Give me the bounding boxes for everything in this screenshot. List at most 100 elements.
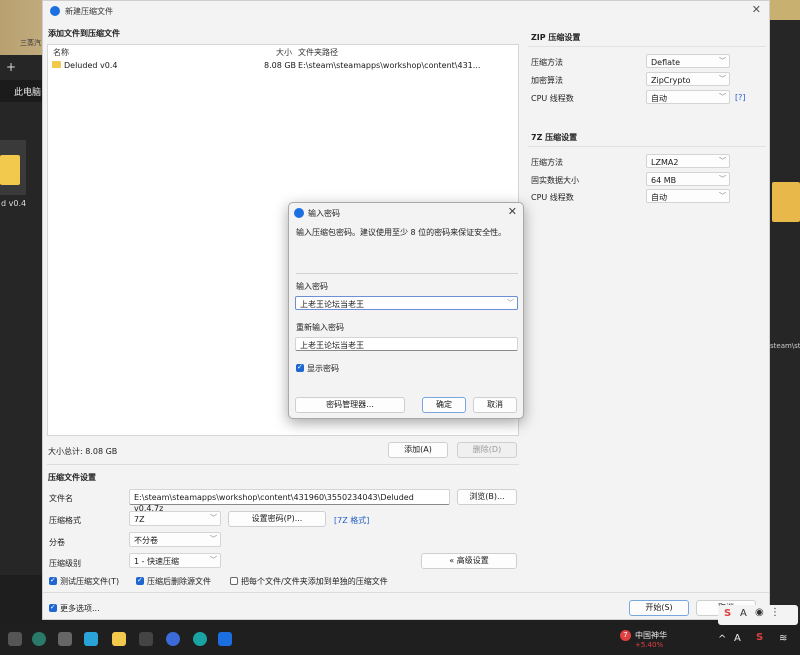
start-button[interactable]: 开始(S) [629, 600, 689, 616]
app-icon[interactable] [84, 632, 98, 646]
file-row[interactable]: Deluded v0.4 8.08 GB E:\steam\steamapps\… [48, 59, 518, 73]
background-window-right [770, 20, 800, 620]
archive-settings-heading: 压缩文件设置 [48, 473, 96, 482]
chevron-up-icon[interactable]: ^ [718, 634, 726, 645]
confirm-password-input[interactable]: 上老王论坛当老王 [295, 337, 518, 351]
zip-threads-select[interactable]: 自动 ﹀ [646, 90, 730, 104]
terminal-icon[interactable] [58, 632, 72, 646]
zip-threads-label: CPU 线程数 [531, 94, 574, 103]
wifi-icon[interactable]: ≋ [779, 633, 787, 644]
background-path-fragment: steam\st [770, 342, 800, 350]
format-select-value: 7Z [134, 515, 145, 524]
app-icon [50, 6, 60, 16]
chevron-down-icon[interactable]: ﹀ [507, 298, 514, 309]
new-tab-icon[interactable]: + [6, 60, 16, 74]
chevron-down-icon: ﹀ [210, 535, 217, 543]
more-icon[interactable]: ⋮ [770, 607, 780, 618]
close-icon[interactable]: ✕ [508, 205, 517, 218]
format-label: 压缩格式 [49, 516, 81, 525]
chevron-down-icon: ﹀ [719, 93, 726, 101]
browser-icon[interactable] [32, 632, 46, 646]
format-select[interactable]: 7Z ﹀ [129, 511, 221, 526]
delete-source-checkbox[interactable] [136, 576, 144, 585]
password-input-value: 上老王论坛当老王 [300, 300, 364, 309]
chevron-down-icon: ﹀ [719, 57, 726, 65]
zip-settings-heading: ZIP 压缩设置 [531, 33, 581, 42]
explorer-this-pc[interactable]: 此电脑 [0, 80, 42, 102]
7z-threads-label: CPU 线程数 [531, 193, 574, 202]
show-password-checkbox[interactable] [296, 363, 304, 372]
total-size: 大小总计: 8.08 GB [48, 447, 118, 456]
folder-icon [0, 155, 20, 185]
stock-change: +5.40% [635, 641, 664, 649]
window-title: 新建压缩文件 [65, 7, 113, 16]
ime-letter[interactable]: A [740, 608, 747, 619]
separate-archives-checkbox[interactable] [230, 577, 238, 585]
volume-select-value: 不分卷 [134, 536, 158, 545]
dialog-ok-button[interactable]: 确定 [422, 397, 466, 413]
advanced-settings-button[interactable]: « 高级设置 [421, 553, 517, 569]
file-size: 8.08 GB [264, 61, 297, 70]
delete-button[interactable]: 删除(D) [457, 442, 517, 458]
divider [47, 464, 519, 465]
close-icon[interactable]: ✕ [752, 3, 761, 16]
7z-settings-heading: 7Z 压缩设置 [531, 133, 578, 142]
divider [528, 146, 766, 147]
folder-icon [772, 182, 800, 222]
archiver-icon[interactable] [218, 632, 232, 646]
add-button[interactable]: 添加(A) [388, 442, 448, 458]
game-icon[interactable] [139, 632, 153, 646]
7z-threads-select[interactable]: 自动 ﹀ [646, 189, 730, 203]
stock-name[interactable]: 中国神华 [635, 630, 667, 641]
microphone-icon[interactable]: ◉ [755, 607, 764, 618]
column-path[interactable]: 文件夹路径 [298, 47, 338, 58]
input-method-letter[interactable]: A [734, 633, 741, 644]
7z-method-value: LZMA2 [651, 158, 679, 167]
sogou-icon[interactable]: S [724, 608, 731, 619]
zip-encryption-select[interactable]: ZipCrypto ﹀ [646, 72, 730, 86]
level-select-value: 1 - 快速压缩 [134, 557, 180, 566]
7z-method-select[interactable]: LZMA2 ﹀ [646, 154, 730, 168]
edge-icon[interactable] [193, 632, 207, 646]
zip-threads-value: 自动 [651, 94, 667, 103]
7z-solid-size-label: 固实数据大小 [531, 176, 579, 185]
sogou-tray-icon[interactable]: S [756, 632, 763, 643]
file-explorer-icon[interactable] [112, 632, 126, 646]
zip-method-label: 压缩方法 [531, 58, 563, 67]
browse-button[interactable]: 浏览(B)... [457, 489, 517, 505]
column-size[interactable]: 大小 [276, 47, 292, 58]
chevron-down-icon: ﹀ [210, 556, 217, 564]
column-name[interactable]: 名称 [53, 47, 69, 58]
password-input[interactable]: 上老王论坛当老王 ﹀ [295, 296, 518, 310]
level-select[interactable]: 1 - 快速压缩 ﹀ [129, 553, 221, 568]
zip-method-select[interactable]: Deflate ﹀ [646, 54, 730, 68]
divider [43, 592, 769, 593]
divider [528, 46, 766, 47]
chevron-down-icon: ﹀ [210, 514, 217, 522]
set-password-button[interactable]: 设置密码(P)... [228, 511, 326, 527]
level-label: 压缩级别 [49, 559, 81, 568]
confirm-password-label: 重新输入密码 [296, 323, 344, 332]
delete-source-label: 压缩后删除源文件 [147, 577, 211, 586]
chevron-down-icon: ﹀ [719, 175, 726, 183]
filename-input[interactable]: E:\steam\steamapps\workshop\content\4319… [129, 489, 450, 513]
window-titlebar: 新建压缩文件 ✕ [43, 1, 769, 21]
dialog-title: 输入密码 [308, 209, 340, 218]
stock-badge-icon: 7 [620, 630, 631, 641]
7z-solid-size-select[interactable]: 64 MB ﹀ [646, 172, 730, 186]
filename-label: 文件名 [49, 494, 73, 503]
password-manager-button[interactable]: 密码管理器... [295, 397, 405, 413]
zip-help-link[interactable]: [?] [735, 93, 746, 102]
folder-icon [52, 61, 61, 68]
more-options-label: 更多选项... [60, 604, 100, 613]
test-archive-checkbox[interactable] [49, 576, 57, 585]
chrome-icon[interactable] [166, 632, 180, 646]
dialog-cancel-button[interactable]: 取消 [473, 397, 517, 413]
volume-label: 分卷 [49, 538, 65, 547]
start-icon[interactable] [8, 632, 22, 646]
more-options-checkbox[interactable] [49, 603, 57, 612]
volume-select[interactable]: 不分卷 ﹀ [129, 532, 221, 547]
format-help-link[interactable]: [7Z 格式] [334, 515, 369, 526]
7z-method-label: 压缩方法 [531, 158, 563, 167]
7z-threads-value: 自动 [651, 193, 667, 202]
